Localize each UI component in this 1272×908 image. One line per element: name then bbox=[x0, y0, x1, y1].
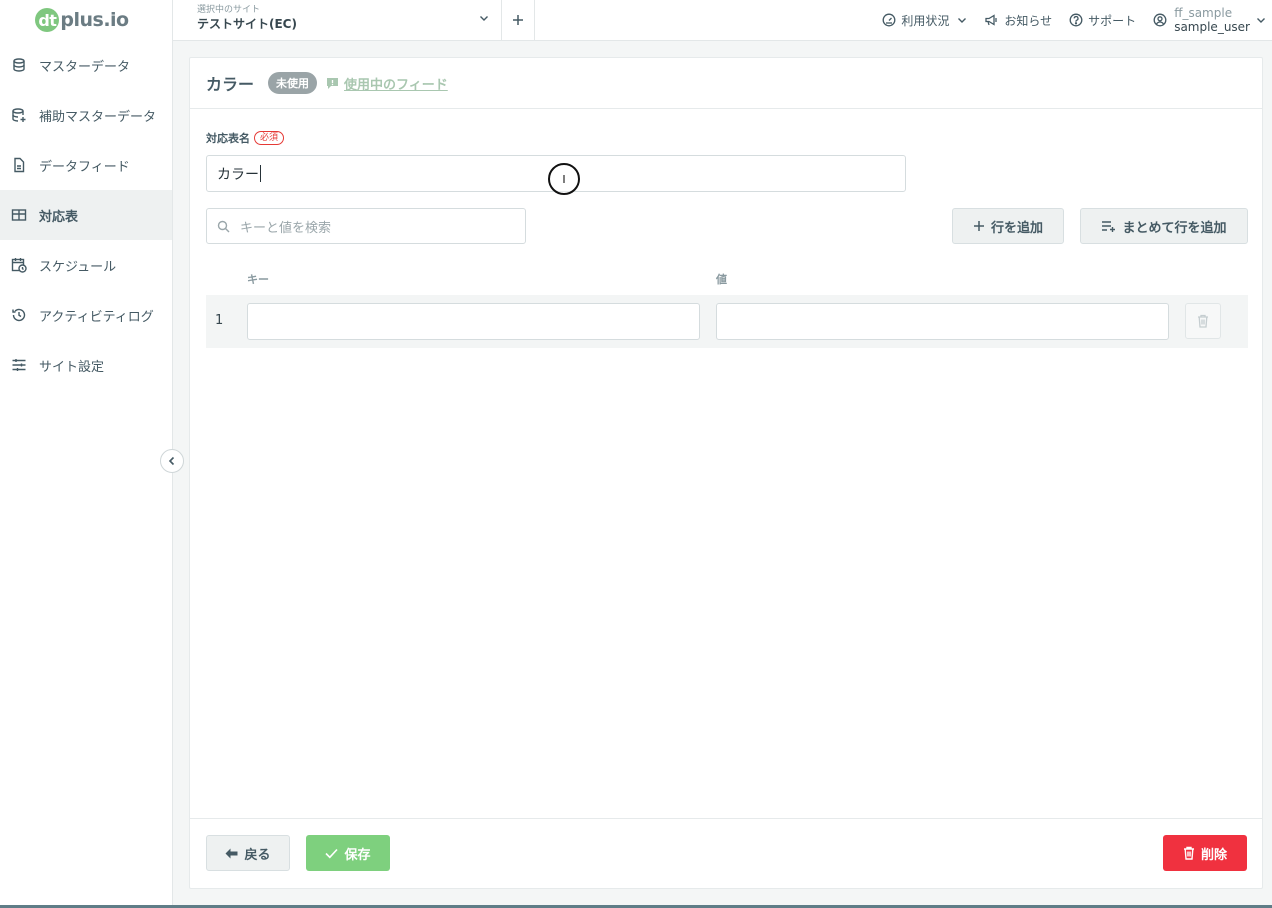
news-menu[interactable]: お知らせ bbox=[984, 12, 1052, 29]
sidebar-item-label: 対応表 bbox=[39, 209, 79, 225]
trash-icon bbox=[1198, 314, 1208, 328]
chevron-left-icon bbox=[168, 456, 175, 466]
row-number: 1 bbox=[215, 313, 224, 328]
file-icon bbox=[11, 157, 27, 173]
support-menu[interactable]: サポート bbox=[1069, 12, 1136, 29]
sidebar-item-master-data[interactable]: マスターデータ bbox=[0, 40, 172, 90]
sliders-icon bbox=[11, 357, 27, 373]
bulk-add-label: まとめて行を追加 bbox=[1122, 220, 1227, 236]
chevron-down-icon bbox=[480, 16, 488, 21]
check-icon bbox=[325, 848, 339, 858]
sidebar-item-label: アクティビティログ bbox=[39, 309, 154, 325]
chevron-down-icon bbox=[1257, 18, 1265, 23]
site-caption: 選択中のサイト bbox=[197, 5, 261, 15]
chevron-down-icon bbox=[958, 18, 967, 23]
logo-mark: dt plus.io bbox=[35, 8, 129, 32]
sidebar-item-site-settings[interactable]: サイト設定 bbox=[0, 340, 172, 390]
card-header: カラー 未使用 使用中のフィード bbox=[190, 58, 1262, 109]
calendar-clock-icon bbox=[11, 257, 27, 273]
page-title: カラー bbox=[206, 75, 255, 94]
required-badge: 必須 bbox=[254, 131, 285, 145]
sidebar-item-label: スケジュール bbox=[39, 259, 117, 275]
playlist-add-icon bbox=[1102, 221, 1116, 232]
add-row-button[interactable]: 行を追加 bbox=[952, 208, 1064, 244]
key-input[interactable] bbox=[247, 303, 700, 340]
help-circle-icon bbox=[1069, 13, 1083, 27]
column-header-value: 値 bbox=[716, 273, 727, 286]
sidebar: dt plus.io マスターデータ 補助マスターデータ データフィード 対応表… bbox=[0, 0, 173, 908]
table-name-label: 対応表名 必須 bbox=[206, 130, 285, 146]
user-org: ff_sample bbox=[1174, 6, 1233, 20]
arrow-left-icon bbox=[225, 848, 238, 858]
value-input[interactable] bbox=[716, 303, 1169, 340]
support-label: サポート bbox=[1088, 13, 1137, 28]
top-header: 選択中のサイト テストサイト(EC) 利用状況 お知らせ サポート ff_sam… bbox=[173, 0, 1272, 41]
sidebar-item-activity-log[interactable]: アクティビティログ bbox=[0, 290, 172, 340]
cursor-glyph: I bbox=[562, 172, 566, 186]
card-footer: 戻る 保存 削除 bbox=[190, 818, 1262, 888]
table-name-value: カラー bbox=[217, 166, 259, 183]
user-menu[interactable]: ff_sample sample_user bbox=[1153, 6, 1266, 34]
search-icon bbox=[217, 220, 230, 232]
sidebar-item-mapping-table[interactable]: 対応表 bbox=[0, 190, 172, 240]
plus-icon bbox=[513, 15, 523, 25]
sidebar-item-data-feed[interactable]: データフィード bbox=[0, 140, 172, 190]
table-icon bbox=[11, 207, 27, 223]
delete-label: 削除 bbox=[1200, 847, 1227, 863]
collapse-sidebar-button[interactable] bbox=[160, 449, 184, 473]
back-label: 戻る bbox=[244, 847, 271, 863]
save-label: 保存 bbox=[344, 847, 371, 863]
used-feeds-link[interactable]: 使用中のフィード bbox=[326, 74, 448, 93]
trash-icon bbox=[1183, 846, 1194, 860]
text-cursor-indicator: I bbox=[548, 163, 580, 195]
news-label: お知らせ bbox=[1004, 13, 1053, 28]
mapping-table-editor: カラー 未使用 使用中のフィード 対応表名 必須 カラー キーと値を検索 行を追… bbox=[189, 57, 1263, 889]
logo-badge: dt bbox=[35, 8, 60, 32]
field-label-text: 対応表名 bbox=[206, 132, 250, 145]
user-name: sample_user bbox=[1174, 20, 1250, 34]
database-icon bbox=[11, 57, 27, 73]
delete-button[interactable]: 削除 bbox=[1163, 835, 1247, 871]
comment-alert-icon bbox=[327, 77, 339, 89]
delete-row-button[interactable] bbox=[1185, 303, 1221, 339]
sidebar-item-label: マスターデータ bbox=[39, 59, 131, 75]
key-value-search-input[interactable]: キーと値を検索 bbox=[206, 208, 526, 244]
add-site-button[interactable] bbox=[502, 0, 535, 40]
database-plus-icon bbox=[11, 107, 27, 123]
site-selector[interactable]: 選択中のサイト テストサイト(EC) bbox=[173, 0, 502, 40]
history-icon bbox=[11, 307, 27, 323]
save-button[interactable]: 保存 bbox=[306, 835, 390, 871]
column-header-key: キー bbox=[247, 273, 269, 286]
sidebar-item-sub-master-data[interactable]: 補助マスターデータ bbox=[0, 90, 172, 140]
site-name: テストサイト(EC) bbox=[197, 17, 297, 31]
back-button[interactable]: 戻る bbox=[206, 835, 290, 871]
megaphone-icon bbox=[985, 14, 998, 26]
app-root: dt plus.io マスターデータ 補助マスターデータ データフィード 対応表… bbox=[0, 0, 1272, 908]
usage-label: 利用状況 bbox=[901, 13, 950, 28]
text-caret bbox=[260, 165, 261, 182]
sidebar-item-label: 補助マスターデータ bbox=[39, 109, 157, 125]
search-placeholder: キーと値を検索 bbox=[240, 220, 332, 236]
bulk-add-rows-button[interactable]: まとめて行を追加 bbox=[1080, 208, 1248, 244]
logo-text: plus.io bbox=[60, 9, 129, 31]
plus-icon bbox=[973, 221, 984, 231]
status-badge: 未使用 bbox=[268, 72, 318, 94]
table-row: 1 bbox=[206, 295, 1248, 348]
add-row-label: 行を追加 bbox=[990, 220, 1043, 236]
sidebar-item-label: サイト設定 bbox=[39, 359, 105, 375]
gauge-icon bbox=[882, 13, 896, 27]
header-actions: 利用状況 お知らせ サポート ff_sample sample_user bbox=[882, 0, 1272, 40]
logo[interactable]: dt plus.io bbox=[0, 0, 172, 40]
usage-menu[interactable]: 利用状況 bbox=[882, 12, 967, 29]
sidebar-item-label: データフィード bbox=[39, 159, 130, 175]
used-feeds-label: 使用中のフィード bbox=[344, 77, 448, 93]
sidebar-item-schedule[interactable]: スケジュール bbox=[0, 240, 172, 290]
user-circle-icon bbox=[1153, 13, 1167, 27]
